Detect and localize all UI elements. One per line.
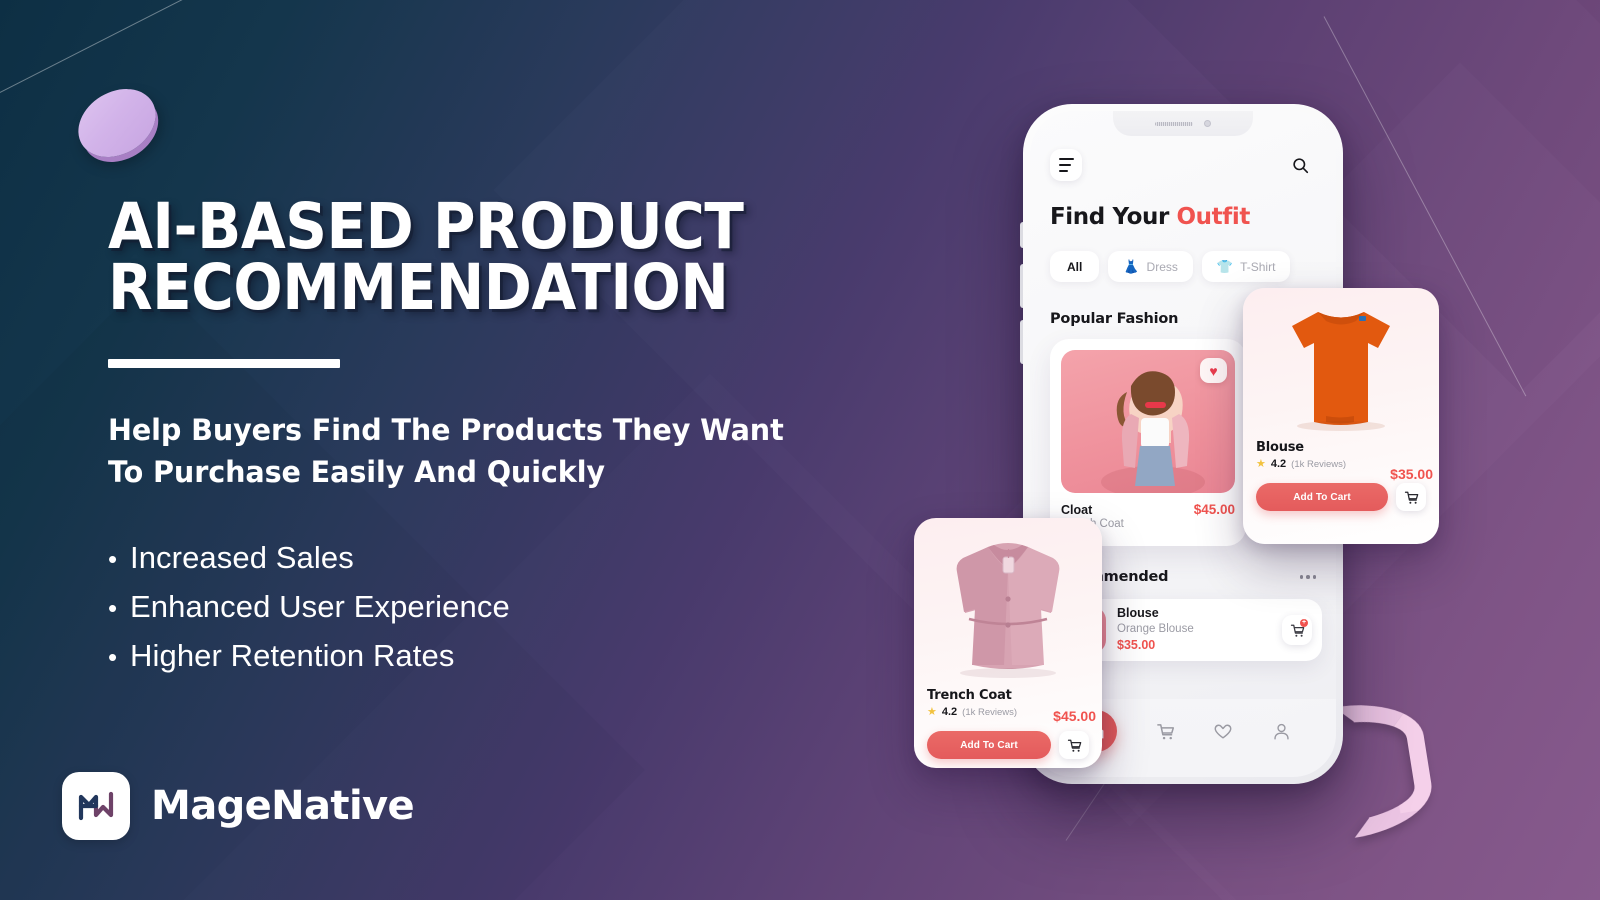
product-image: ♥	[1061, 350, 1235, 493]
product-image	[1243, 288, 1439, 440]
brand-name: MageNative	[151, 783, 415, 829]
phone-notch	[1113, 111, 1253, 136]
list-item-label: Increased Sales	[130, 539, 354, 575]
product-card-popular[interactable]: ♥ Cloat $45.00 Trench Coat	[1050, 339, 1246, 546]
phone-volume-down-button	[1020, 320, 1023, 364]
phone-silent-switch	[1020, 222, 1023, 248]
add-to-cart-button[interactable]: Add To Cart	[1256, 483, 1388, 511]
tshirt-icon: 👕	[1216, 259, 1234, 274]
favorite-heart-icon[interactable]: ♥	[1200, 358, 1227, 383]
rating-value: 4.2	[941, 706, 958, 718]
product-image	[914, 518, 1102, 688]
brand-logo: MageNative	[62, 772, 415, 840]
product-card-actions: Add To Cart	[914, 731, 1102, 759]
tab-account[interactable]	[1272, 722, 1291, 741]
decorative-line	[0, 0, 443, 149]
cart-icon[interactable]	[1059, 731, 1089, 759]
magenative-monogram-icon	[62, 772, 130, 840]
app-title-primary: Find Your	[1050, 204, 1169, 230]
list-item: • Higher Retention Rates	[108, 632, 868, 681]
product-name: Blouse	[1117, 606, 1159, 621]
app-header	[1030, 149, 1336, 181]
decorative-arc-shape	[1334, 694, 1438, 838]
product-card-blouse[interactable]: Blouse ★ 4.2 (1k Reviews) $35.00 Add To …	[1243, 288, 1439, 544]
list-item-text: Blouse Orange Blouse $35.00	[1117, 606, 1271, 653]
page-title: AI-Based Product Recommendation	[108, 190, 744, 325]
add-badge: +	[1300, 619, 1308, 627]
product-price: $35.00	[1390, 466, 1433, 482]
product-card-meta: Cloat $45.00	[1061, 502, 1235, 517]
star-icon: ★	[1256, 457, 1266, 470]
earpiece-speaker	[1155, 121, 1193, 126]
list-item-label: Higher Retention Rates	[130, 637, 455, 673]
filter-chip-label: All	[1067, 259, 1083, 274]
review-count: (1k Reviews)	[962, 706, 1018, 718]
benefits-list: • Increased Sales • Enhanced User Experi…	[108, 534, 868, 681]
app-screen-title: Find Your Outfit	[1050, 204, 1250, 230]
filter-chip-tshirt[interactable]: 👕 T-Shirt	[1201, 251, 1291, 282]
add-to-cart-icon[interactable]: +	[1282, 615, 1312, 645]
product-name: Blouse	[1256, 440, 1304, 455]
bullet-marker-icon: •	[108, 641, 118, 672]
category-filter-bar: All 👗 Dress 👕 T-Shirt	[1050, 251, 1291, 282]
list-item: • Increased Sales	[108, 534, 868, 583]
section-title-popular: Popular Fashion	[1050, 311, 1179, 327]
phone-volume-up-button	[1020, 264, 1023, 308]
product-description: Orange Blouse	[1117, 622, 1194, 635]
product-card-trench-coat[interactable]: Trench Coat ★ 4.2 (1k Reviews) $45.00 Ad…	[914, 518, 1102, 768]
cart-icon[interactable]	[1396, 483, 1426, 511]
product-price: $35.00	[1117, 637, 1156, 652]
filter-chip-dress[interactable]: 👗 Dress	[1108, 251, 1193, 282]
decorative-disc-shape	[65, 75, 169, 171]
list-item: • Enhanced User Experience	[108, 583, 868, 632]
product-name: Cloat	[1061, 503, 1093, 517]
filter-chip-label: T-Shirt	[1240, 259, 1276, 274]
front-camera-icon	[1204, 120, 1211, 127]
bullet-marker-icon: •	[108, 543, 118, 574]
product-price: $45.00	[1053, 708, 1096, 724]
product-name: Trench Coat	[927, 688, 1012, 703]
bullet-marker-icon: •	[108, 592, 118, 623]
tab-wishlist[interactable]	[1213, 721, 1233, 741]
title-divider	[108, 359, 340, 369]
filter-chip-all[interactable]: All	[1050, 251, 1100, 282]
app-title-accent: Outfit	[1176, 204, 1251, 230]
product-card-actions: Add To Cart	[1243, 483, 1439, 511]
rating-value: 4.2	[1270, 458, 1287, 470]
review-count: (1k Reviews)	[1291, 458, 1347, 470]
product-price: $45.00	[1193, 502, 1235, 517]
filter-chip-label: Dress	[1146, 259, 1178, 274]
tab-cart[interactable]	[1156, 722, 1175, 741]
hamburger-menu-icon[interactable]	[1050, 149, 1082, 181]
list-item-label: Enhanced User Experience	[130, 588, 510, 624]
hero-copy-block: AI-Based Product Recommendation Help Buy…	[108, 190, 868, 681]
add-to-cart-button[interactable]: Add To Cart	[927, 731, 1051, 759]
dress-icon: 👗	[1123, 259, 1140, 274]
banner-canvas: AI-Based Product Recommendation Help Buy…	[0, 0, 1600, 900]
star-icon: ★	[927, 705, 937, 718]
hero-subheadline: Help Buyers Find The Products They Want …	[108, 413, 784, 490]
more-options-icon[interactable]	[1299, 575, 1316, 579]
search-icon[interactable]	[1284, 149, 1316, 181]
